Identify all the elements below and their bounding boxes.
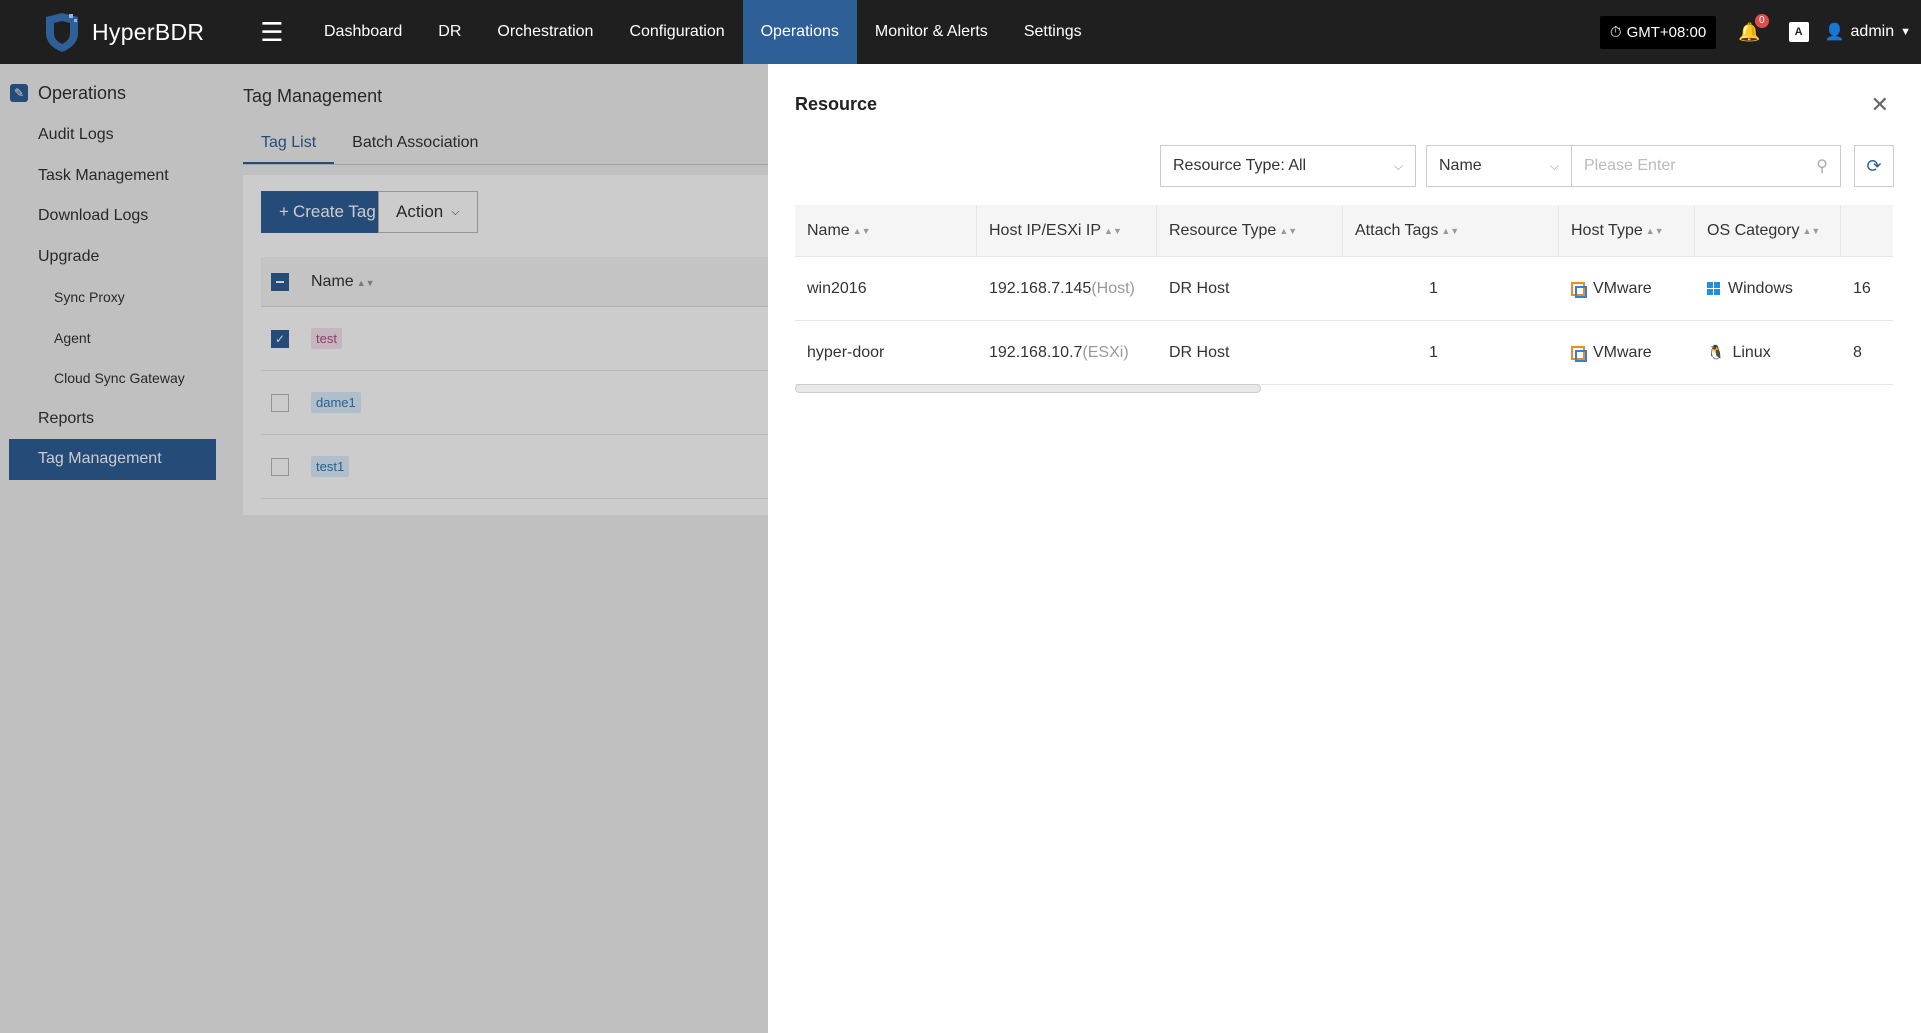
username: admin bbox=[1850, 23, 1895, 40]
user-menu[interactable]: 👤 admin ▼ bbox=[1825, 22, 1911, 42]
cell-os-category: 🐧 Linux bbox=[1707, 343, 1771, 361]
close-icon[interactable]: ✕ bbox=[1871, 92, 1889, 118]
chevron-down-icon: ⌵ bbox=[1393, 158, 1403, 173]
cell-host-ip: 192.168.7.145 (Host) bbox=[989, 279, 1135, 297]
nav-configuration[interactable]: Configuration bbox=[611, 0, 742, 64]
alerts-button[interactable]: 🔔 0 bbox=[1738, 13, 1769, 43]
sort-icon: ▲▼ bbox=[1279, 225, 1298, 236]
user-icon: 👤 bbox=[1824, 24, 1845, 41]
timezone-display[interactable]: ⏱ GMT+08:00 bbox=[1599, 15, 1717, 49]
resource-table: Name ▲▼ Host IP/ESXi IP ▲▼ Resource Type ▲▼… bbox=[795, 205, 1893, 385]
sort-icon: ▲▼ bbox=[1645, 225, 1664, 236]
cell-attach-tags: 1 bbox=[1429, 343, 1438, 361]
refresh-button[interactable]: ⟳ bbox=[1854, 145, 1894, 187]
search-icon[interactable]: ⚲ bbox=[1816, 156, 1828, 176]
column-header-resource-type[interactable]: Resource Type ▲▼ bbox=[1157, 205, 1343, 257]
cell-host-type: VMware bbox=[1559, 280, 1695, 298]
search-field-select[interactable]: Name ⌵ bbox=[1426, 145, 1572, 187]
menu-toggle-icon[interactable]: ☰ bbox=[248, 17, 296, 48]
timezone-label: GMT+08:00 bbox=[1626, 23, 1707, 41]
cell-os-category: Windows bbox=[1695, 280, 1841, 298]
search-input[interactable] bbox=[1584, 157, 1804, 175]
column-header-host-type[interactable]: Host Type ▲▼ bbox=[1559, 205, 1695, 257]
column-header-host-ip[interactable]: Host IP/ESXi IP ▲▼ bbox=[977, 205, 1157, 257]
nav-dashboard[interactable]: Dashboard bbox=[306, 0, 420, 64]
linux-icon: 🐧 bbox=[1707, 344, 1725, 360]
search-field-value: Name bbox=[1439, 157, 1482, 174]
language-icon[interactable]: A bbox=[1788, 22, 1809, 42]
vmware-icon bbox=[1571, 281, 1587, 298]
column-header-overflow bbox=[1841, 205, 1893, 257]
cell-host-type: VMware bbox=[1559, 344, 1695, 362]
cell-overflow: 8 bbox=[1853, 343, 1862, 361]
cell-name: win2016 bbox=[807, 279, 867, 297]
modal-overlay[interactable] bbox=[0, 64, 768, 1033]
top-right-tools: ⏱ GMT+08:00 🔔 0 A 👤 admin ▼ bbox=[1599, 0, 1911, 64]
table-row[interactable]: hyper-door 192.168.10.7 (ESXi) DR Host 1 … bbox=[795, 321, 1893, 385]
nav-orchestration[interactable]: Orchestration bbox=[479, 0, 611, 64]
app-logo[interactable]: HyperBDR bbox=[42, 11, 252, 53]
search-box: ⚲ bbox=[1572, 145, 1841, 187]
horizontal-scrollbar[interactable] bbox=[795, 384, 1261, 393]
sort-icon: ▲▼ bbox=[1802, 225, 1821, 236]
clock-icon: ⏱ bbox=[1609, 23, 1622, 41]
nav-settings[interactable]: Settings bbox=[1006, 0, 1100, 64]
cell-resource-type: DR Host bbox=[1169, 279, 1230, 297]
nav-operations[interactable]: Operations bbox=[742, 0, 857, 64]
column-header-attach-tags[interactable]: Attach Tags ▲▼ bbox=[1343, 205, 1559, 257]
drawer-title: Resource bbox=[795, 94, 878, 114]
shield-logo-icon bbox=[46, 13, 78, 52]
nav-dr[interactable]: DR bbox=[420, 0, 479, 64]
main-nav: Dashboard DR Orchestration Configuration… bbox=[306, 0, 1100, 64]
table-row[interactable]: win2016 192.168.7.145 (Host) DR Host 1 VM… bbox=[795, 257, 1893, 321]
windows-icon bbox=[1707, 282, 1720, 295]
caret-down-icon: ▼ bbox=[1900, 26, 1911, 38]
top-navbar: HyperBDR ☰ Dashboard DR Orchestration Co… bbox=[0, 0, 1921, 64]
cell-overflow: 16 bbox=[1853, 279, 1871, 297]
column-header-name[interactable]: Name ▲▼ bbox=[795, 205, 977, 257]
cell-resource-type: DR Host bbox=[1169, 343, 1230, 361]
column-header-os-category[interactable]: OS Category ▲▼ bbox=[1695, 205, 1841, 257]
cell-attach-tags: 1 bbox=[1429, 279, 1438, 297]
resource-type-select[interactable]: Resource Type: All ⌵ bbox=[1160, 145, 1416, 187]
refresh-icon: ⟳ bbox=[1866, 155, 1882, 176]
resource-type-value: Resource Type: All bbox=[1173, 157, 1307, 174]
alert-count-badge: 0 bbox=[1755, 13, 1769, 28]
vmware-icon bbox=[1571, 345, 1587, 362]
resource-table-header: Name ▲▼ Host IP/ESXi IP ▲▼ Resource Type ▲▼… bbox=[795, 205, 1893, 257]
filter-bar: Resource Type: All ⌵ Name ⌵ ⚲ ⟳ bbox=[1160, 145, 1894, 187]
nav-monitor-alerts[interactable]: Monitor & Alerts bbox=[857, 0, 1006, 64]
cell-name: hyper-door bbox=[807, 343, 885, 361]
app-name: HyperBDR bbox=[92, 18, 205, 45]
resource-drawer: Resource ✕ Resource Type: All ⌵ Name ⌵ ⚲… bbox=[768, 64, 1921, 1033]
sort-icon: ▲▼ bbox=[1104, 225, 1122, 236]
sort-icon: ▲▼ bbox=[852, 225, 871, 236]
sort-icon: ▲▼ bbox=[1441, 225, 1460, 236]
cell-host-ip: 192.168.10.7 (ESXi) bbox=[989, 343, 1129, 361]
chevron-down-icon: ⌵ bbox=[1549, 158, 1559, 173]
